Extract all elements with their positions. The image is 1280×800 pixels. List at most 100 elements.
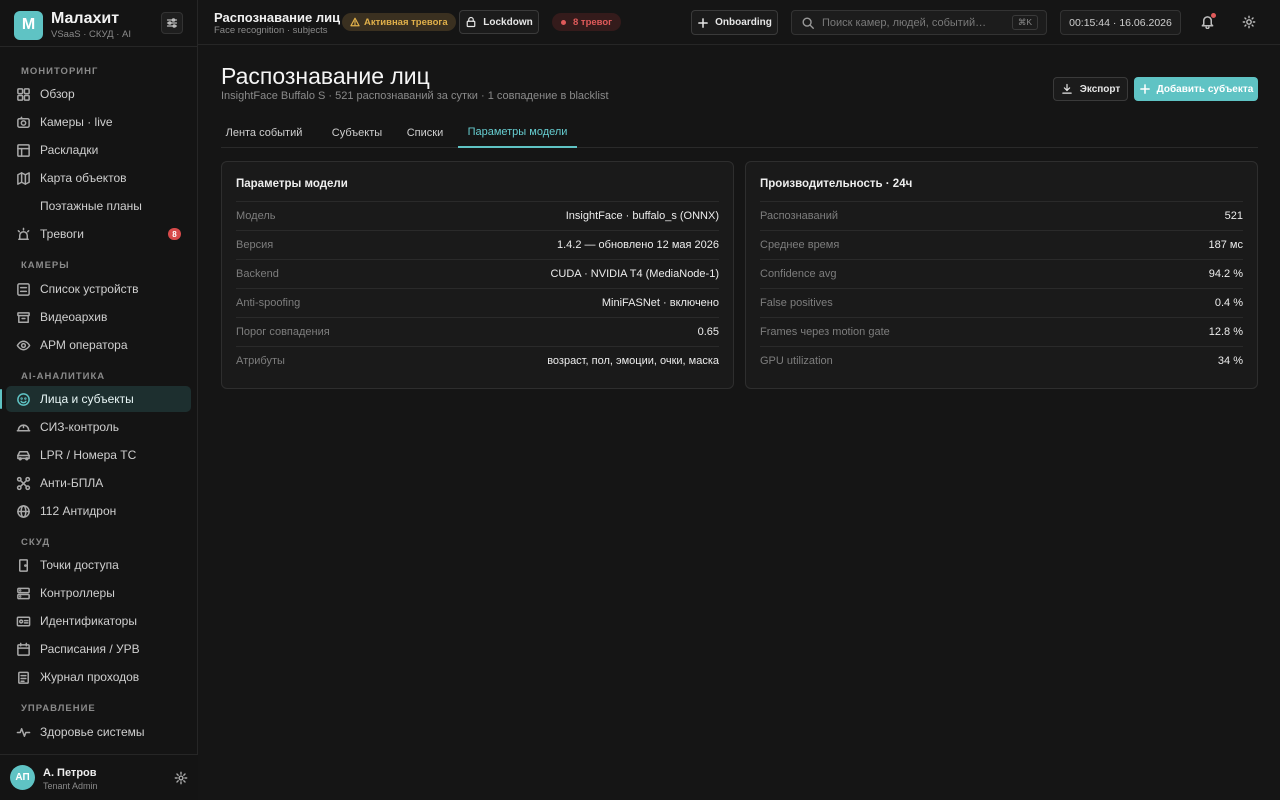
- kv-label: Среднее время: [760, 239, 840, 251]
- kv-row: GPU utilization 34 %: [760, 346, 1243, 375]
- active-alert-label: Активная тревога: [364, 16, 448, 28]
- sidebar-item-health[interactable]: Здоровье системы: [6, 719, 191, 745]
- sidebar-item-controllers[interactable]: Контроллеры: [6, 580, 191, 606]
- sidebar-item-access-points[interactable]: Точки доступа: [6, 552, 191, 578]
- plus-icon: [698, 17, 709, 28]
- kv-row: Порог совпадения 0.65: [236, 317, 719, 346]
- face-icon: [17, 392, 30, 406]
- card-title: Производительность · 24ч: [760, 178, 913, 190]
- divider: [0, 46, 198, 47]
- kv-row: Распознаваний 521: [760, 201, 1243, 230]
- sidebar-item-layouts[interactable]: Раскладки: [6, 137, 191, 163]
- add-subject-button[interactable]: Добавить субъекта: [1134, 77, 1258, 101]
- tab-lists[interactable]: Списки: [399, 118, 451, 148]
- lock-icon: [466, 16, 476, 28]
- topbar-subtitle: Face recognition · subjects: [214, 25, 328, 36]
- download-icon: [1061, 83, 1072, 94]
- kv-label: Anti-spoofing: [236, 297, 301, 309]
- topbar-title: Распознавание лиц: [214, 10, 341, 25]
- sidebar-item-object-map[interactable]: Карта объектов: [6, 165, 191, 191]
- siren-icon: [17, 227, 30, 240]
- id-card-icon: [16, 616, 31, 626]
- tab-events-feed[interactable]: Лента событий: [221, 118, 307, 148]
- brand[interactable]: М Малахит VSaaS · СКУД · AI: [14, 10, 131, 40]
- brand-subtitle: VSaaS · СКУД · AI: [51, 29, 131, 40]
- theme-toggle-button[interactable]: [1242, 15, 1256, 29]
- alarms-count-label: 8 тревог: [573, 16, 613, 28]
- kv-value: 1.4.2 — обновлено 12 мая 2026: [556, 239, 719, 251]
- map-icon: [17, 171, 30, 185]
- onboarding-button[interactable]: Onboarding: [691, 10, 778, 35]
- kv-row: Версия 1.4.2 — обновлено 12 мая 2026: [236, 230, 719, 259]
- user-name: А. Петров: [43, 767, 97, 779]
- sidebar-item-overview[interactable]: Обзор: [6, 81, 191, 107]
- eye-icon: [16, 340, 31, 350]
- export-button[interactable]: Экспорт: [1053, 77, 1128, 101]
- device-list-icon: [17, 282, 30, 296]
- sidebar-item-antidrone[interactable]: 112 Антидрон: [6, 498, 191, 524]
- alarms-count-badge: 8: [168, 228, 181, 240]
- alarms-count-pill[interactable]: 8 тревог: [552, 13, 622, 31]
- globe-icon: [17, 504, 30, 518]
- lockdown-button[interactable]: Lockdown: [459, 10, 539, 34]
- search-shortcut: ⌘K: [1011, 15, 1038, 30]
- user-block[interactable]: АП А. Петров Tenant Admin: [0, 754, 198, 800]
- notification-dot: [1211, 13, 1216, 18]
- sidebar-item-cameras-live[interactable]: Камеры · live: [6, 109, 191, 135]
- sidebar-item-pass-log[interactable]: Журнал проходов: [6, 664, 191, 690]
- calendar-icon: [17, 642, 30, 656]
- card-title: Параметры модели: [236, 178, 348, 190]
- car-icon: [17, 450, 30, 460]
- sidebar-item-floor-plans[interactable]: Поэтажные планы: [6, 193, 191, 219]
- sidebar-item-label: Камеры · live: [40, 115, 113, 129]
- kv-row: Среднее время 187 мс: [760, 230, 1243, 259]
- sidebar-collapse-button[interactable]: [161, 12, 183, 34]
- notifications-button[interactable]: [1200, 13, 1216, 29]
- tab-bar: Лента событий Субъекты Списки Параметры …: [221, 118, 1258, 148]
- tab-subjects[interactable]: Субъекты: [321, 118, 393, 148]
- section-cameras: Камеры: [21, 260, 70, 271]
- section-ai: AI-аналитика: [21, 371, 106, 382]
- user-settings-button[interactable]: [174, 771, 188, 785]
- pulse-icon: [16, 727, 31, 737]
- section-monitoring: Мониторинг: [21, 66, 99, 77]
- drone-icon: [16, 476, 31, 490]
- archive-icon: [17, 311, 30, 323]
- sidebar-item-operator[interactable]: АРМ оператора: [6, 332, 191, 358]
- kv-row: False positives 0.4 %: [760, 288, 1243, 317]
- layout-icon: [17, 143, 30, 157]
- kv-row: Backend CUDA · NVIDIA T4 (MediaNode-1): [236, 259, 719, 288]
- server-icon: [17, 587, 30, 599]
- sidebar-item-ppe[interactable]: СИЗ-контроль: [6, 414, 191, 440]
- section-skud: СКУД: [21, 537, 51, 548]
- kv-label: False positives: [760, 297, 833, 309]
- sidebar-item-label: Карта объектов: [40, 171, 127, 185]
- active-alert-badge[interactable]: Активная тревога: [342, 13, 456, 31]
- sliders-icon: [166, 18, 178, 28]
- kv-value: 34 %: [1217, 355, 1243, 367]
- search-box[interactable]: ⌘K: [791, 10, 1047, 35]
- sidebar-item-label: LPR / Номера ТС: [40, 448, 137, 462]
- sidebar-item-schedules[interactable]: Расписания / УРВ: [6, 636, 191, 662]
- onboarding-label: Onboarding: [715, 17, 772, 28]
- tab-model-params[interactable]: Параметры модели: [458, 118, 577, 148]
- sidebar-item-label: Контроллеры: [40, 586, 115, 600]
- sidebar-item-alarms[interactable]: Тревоги 8: [6, 221, 191, 247]
- sidebar-item-identifiers[interactable]: Идентификаторы: [6, 608, 191, 634]
- export-label: Экспорт: [1079, 83, 1121, 95]
- kv-label: Модель: [236, 210, 276, 222]
- lockdown-label: Lockdown: [483, 16, 533, 28]
- sidebar-item-anti-uav[interactable]: Анти-БПЛА: [6, 470, 191, 496]
- brand-name: Малахит: [51, 10, 120, 27]
- sidebar-item-lpr[interactable]: LPR / Номера ТС: [6, 442, 191, 468]
- sidebar-item-devices[interactable]: Список устройств: [6, 276, 191, 302]
- sidebar-item-label: Идентификаторы: [40, 614, 137, 628]
- door-icon: [19, 558, 28, 572]
- search-input[interactable]: [822, 16, 1012, 29]
- sidebar-item-label: Тревоги: [40, 227, 84, 241]
- sidebar-item-label: АРМ оператора: [40, 338, 128, 352]
- sidebar-item-label: 112 Антидрон: [40, 504, 117, 518]
- sidebar-item-archive[interactable]: Видеоархив: [6, 304, 191, 330]
- sidebar-item-label: Точки доступа: [40, 558, 119, 572]
- sidebar-item-faces[interactable]: Лица и субъекты: [0, 386, 191, 412]
